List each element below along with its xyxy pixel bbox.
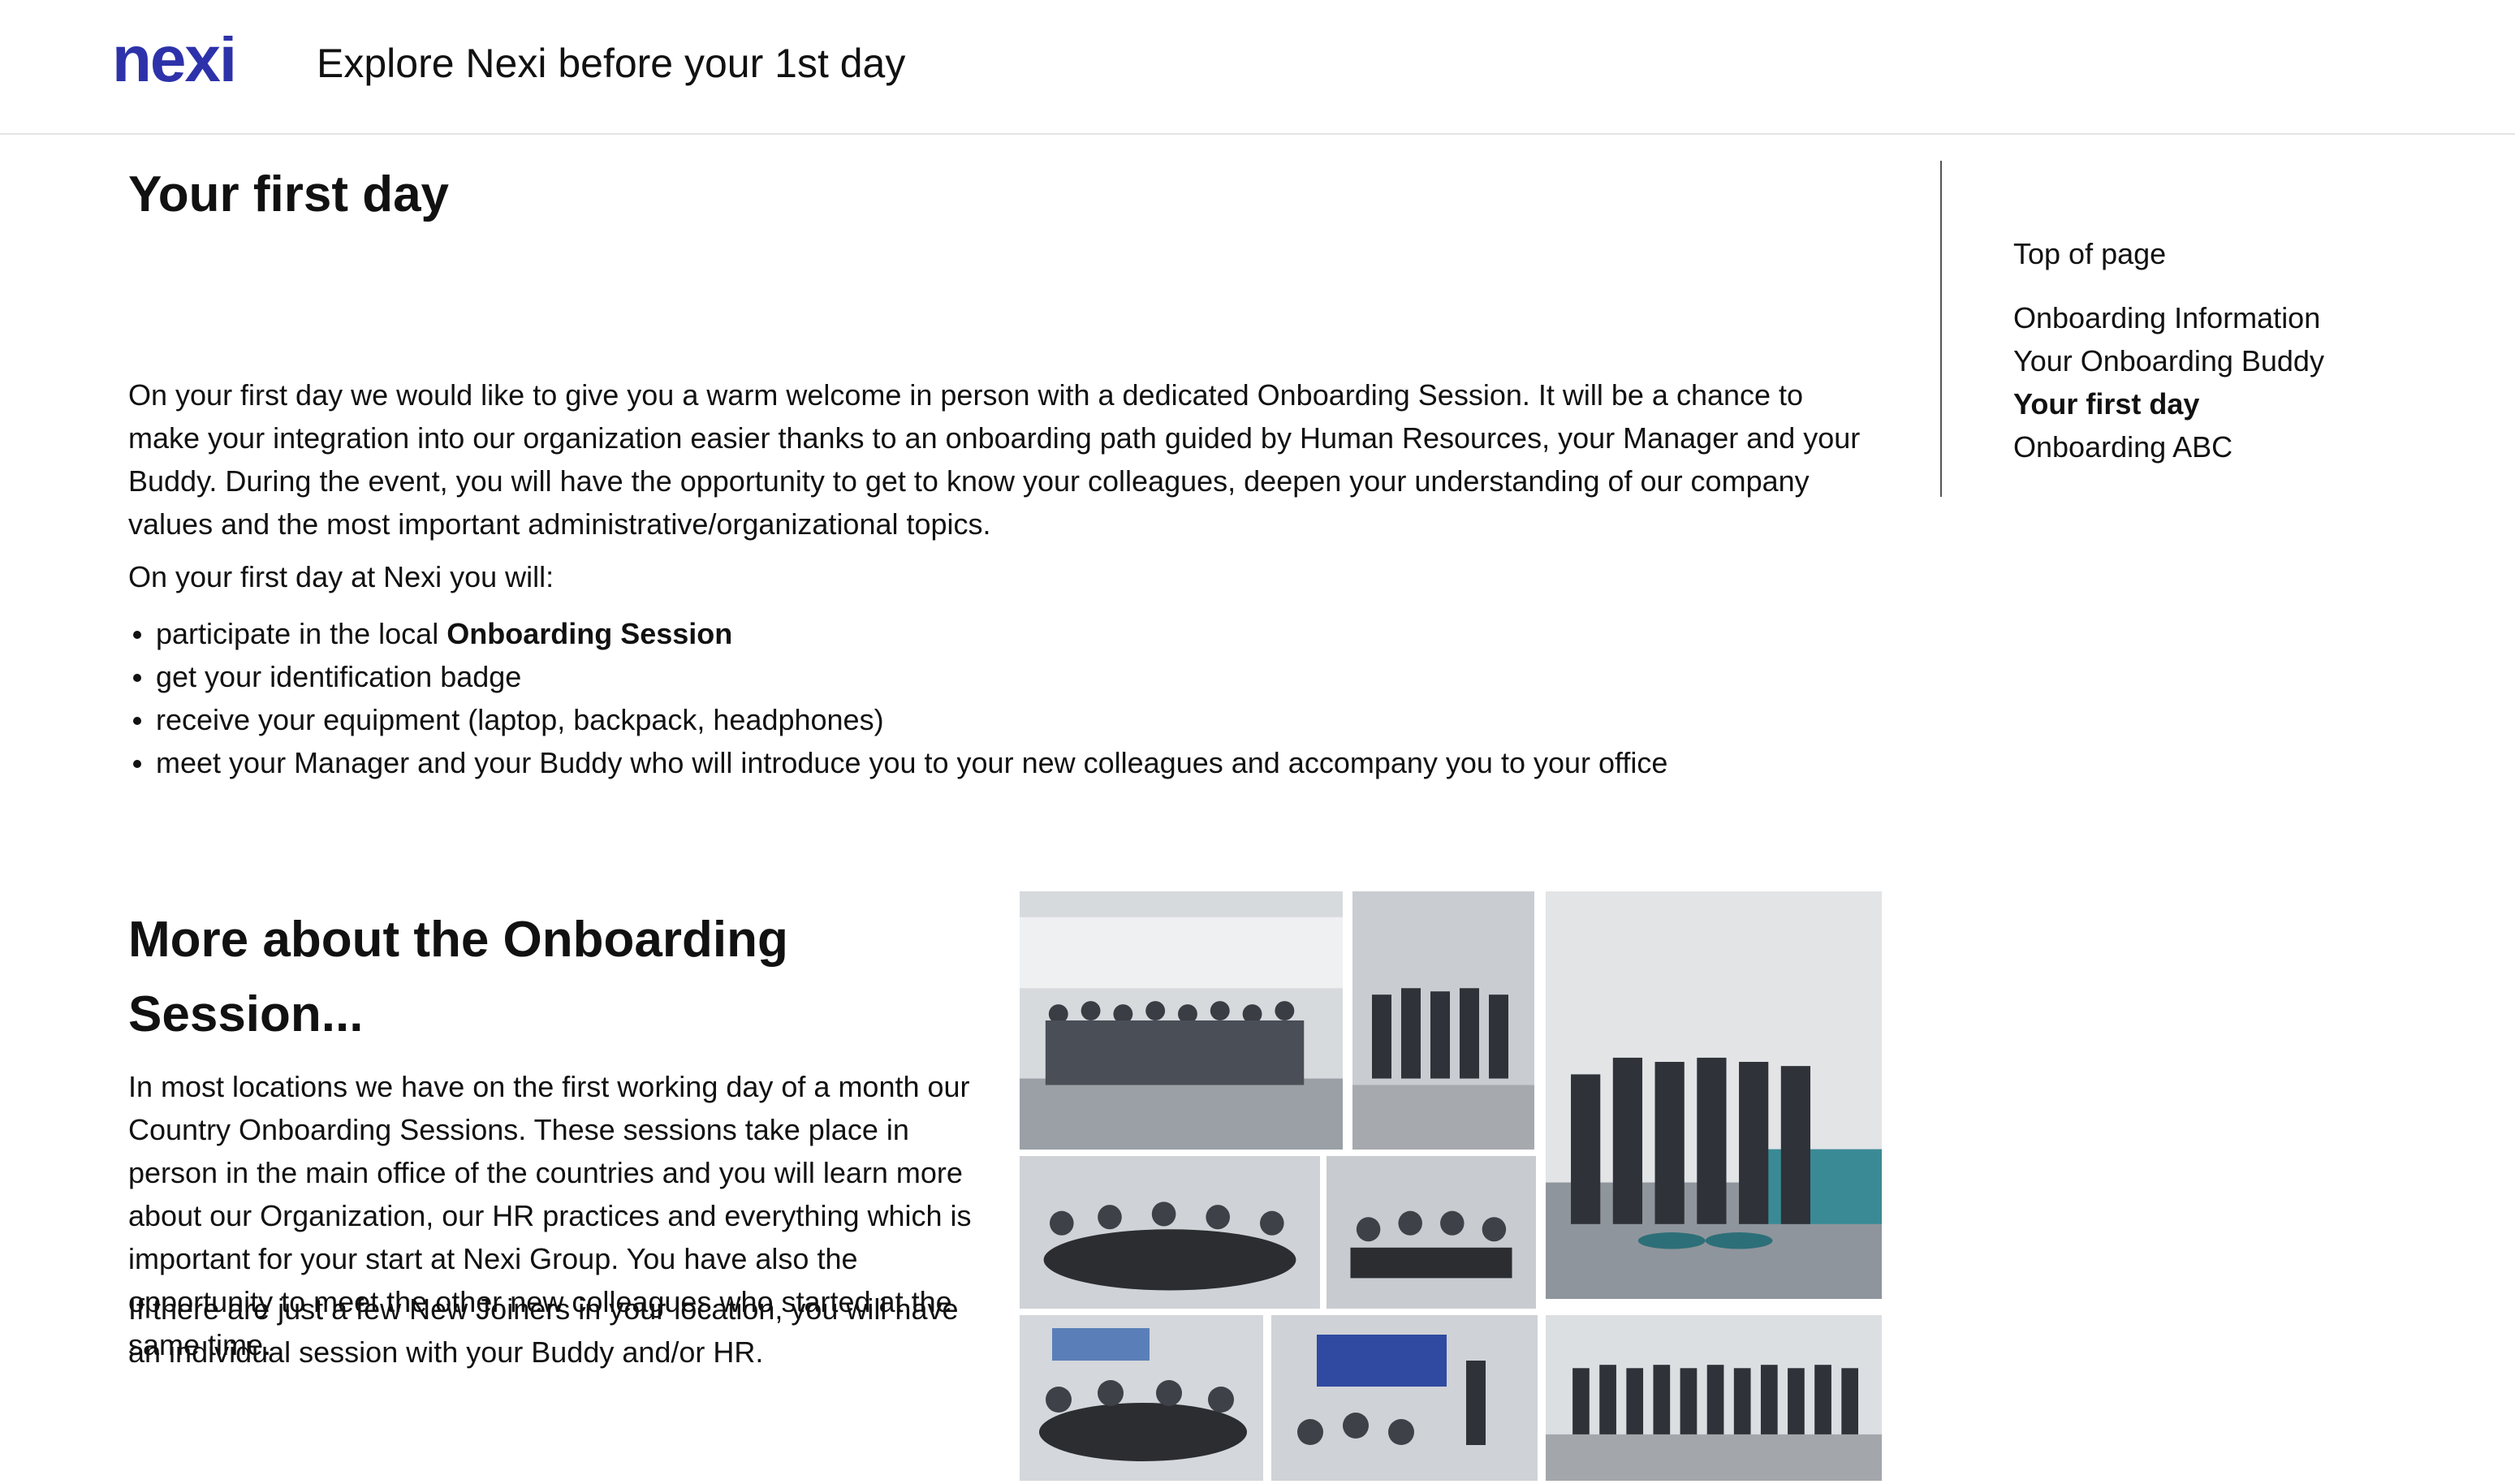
onboarding-presentation-photo <box>1271 1315 1538 1481</box>
onboarding-group-photo <box>1352 891 1534 1150</box>
bullet-icon <box>133 631 141 639</box>
intro-paragraph: On your first day we would like to give … <box>128 378 1861 541</box>
onboarding-group-photo <box>1020 891 1343 1150</box>
toc-top-of-page-link[interactable]: Top of page <box>2013 232 2324 275</box>
toc-item-onboarding-abc[interactable]: Onboarding ABC <box>2013 425 2324 468</box>
svg-text:nexi: nexi <box>112 36 235 88</box>
list-item: meet your Manager and your Buddy who wil… <box>128 741 1667 784</box>
onboarding-meeting-photo <box>1327 1156 1536 1309</box>
session-paragraph-2: If there are just a few New Joiners in y… <box>128 1292 959 1369</box>
onboarding-meeting-photo <box>1020 1156 1320 1309</box>
page-heading: Your first day <box>128 166 450 222</box>
list-item: participate in the local Onboarding Sess… <box>128 612 1667 655</box>
list-item: receive your equipment (laptop, backpack… <box>128 698 1667 741</box>
site-header: nexi Explore Nexi before your 1st day <box>0 0 2515 135</box>
first-day-section: Your first day On your first day we woul… <box>128 161 1882 779</box>
onboarding-meeting-photo <box>1020 1315 1263 1481</box>
list-lead-text: On your first day at Nexi you will: <box>128 560 554 593</box>
list-item: get your identification badge <box>128 655 1667 698</box>
toc-item-onboarding-information[interactable]: Onboarding Information <box>2013 296 2324 339</box>
session-heading: More about the Onboarding Session... <box>128 912 788 1042</box>
toc-item-first-day[interactable]: Your first day <box>2013 382 2324 425</box>
bullet-icon <box>133 674 141 682</box>
nexi-logo[interactable]: nexi <box>112 36 276 88</box>
onboarding-group-photo <box>1546 891 1882 1299</box>
toc-divider <box>1940 161 1942 497</box>
onboarding-session-section: More about the Onboarding Session... In … <box>128 903 997 1369</box>
first-day-list: participate in the local Onboarding Sess… <box>128 612 1667 784</box>
toc-item-onboarding-buddy[interactable]: Your Onboarding Buddy <box>2013 339 2324 382</box>
onboarding-group-photo <box>1546 1315 1882 1481</box>
table-of-contents: Top of page Onboarding Information Your … <box>2013 232 2324 468</box>
bullet-icon <box>133 717 141 725</box>
bullet-icon <box>133 760 141 768</box>
header-title: Explore Nexi before your 1st day <box>317 41 906 86</box>
